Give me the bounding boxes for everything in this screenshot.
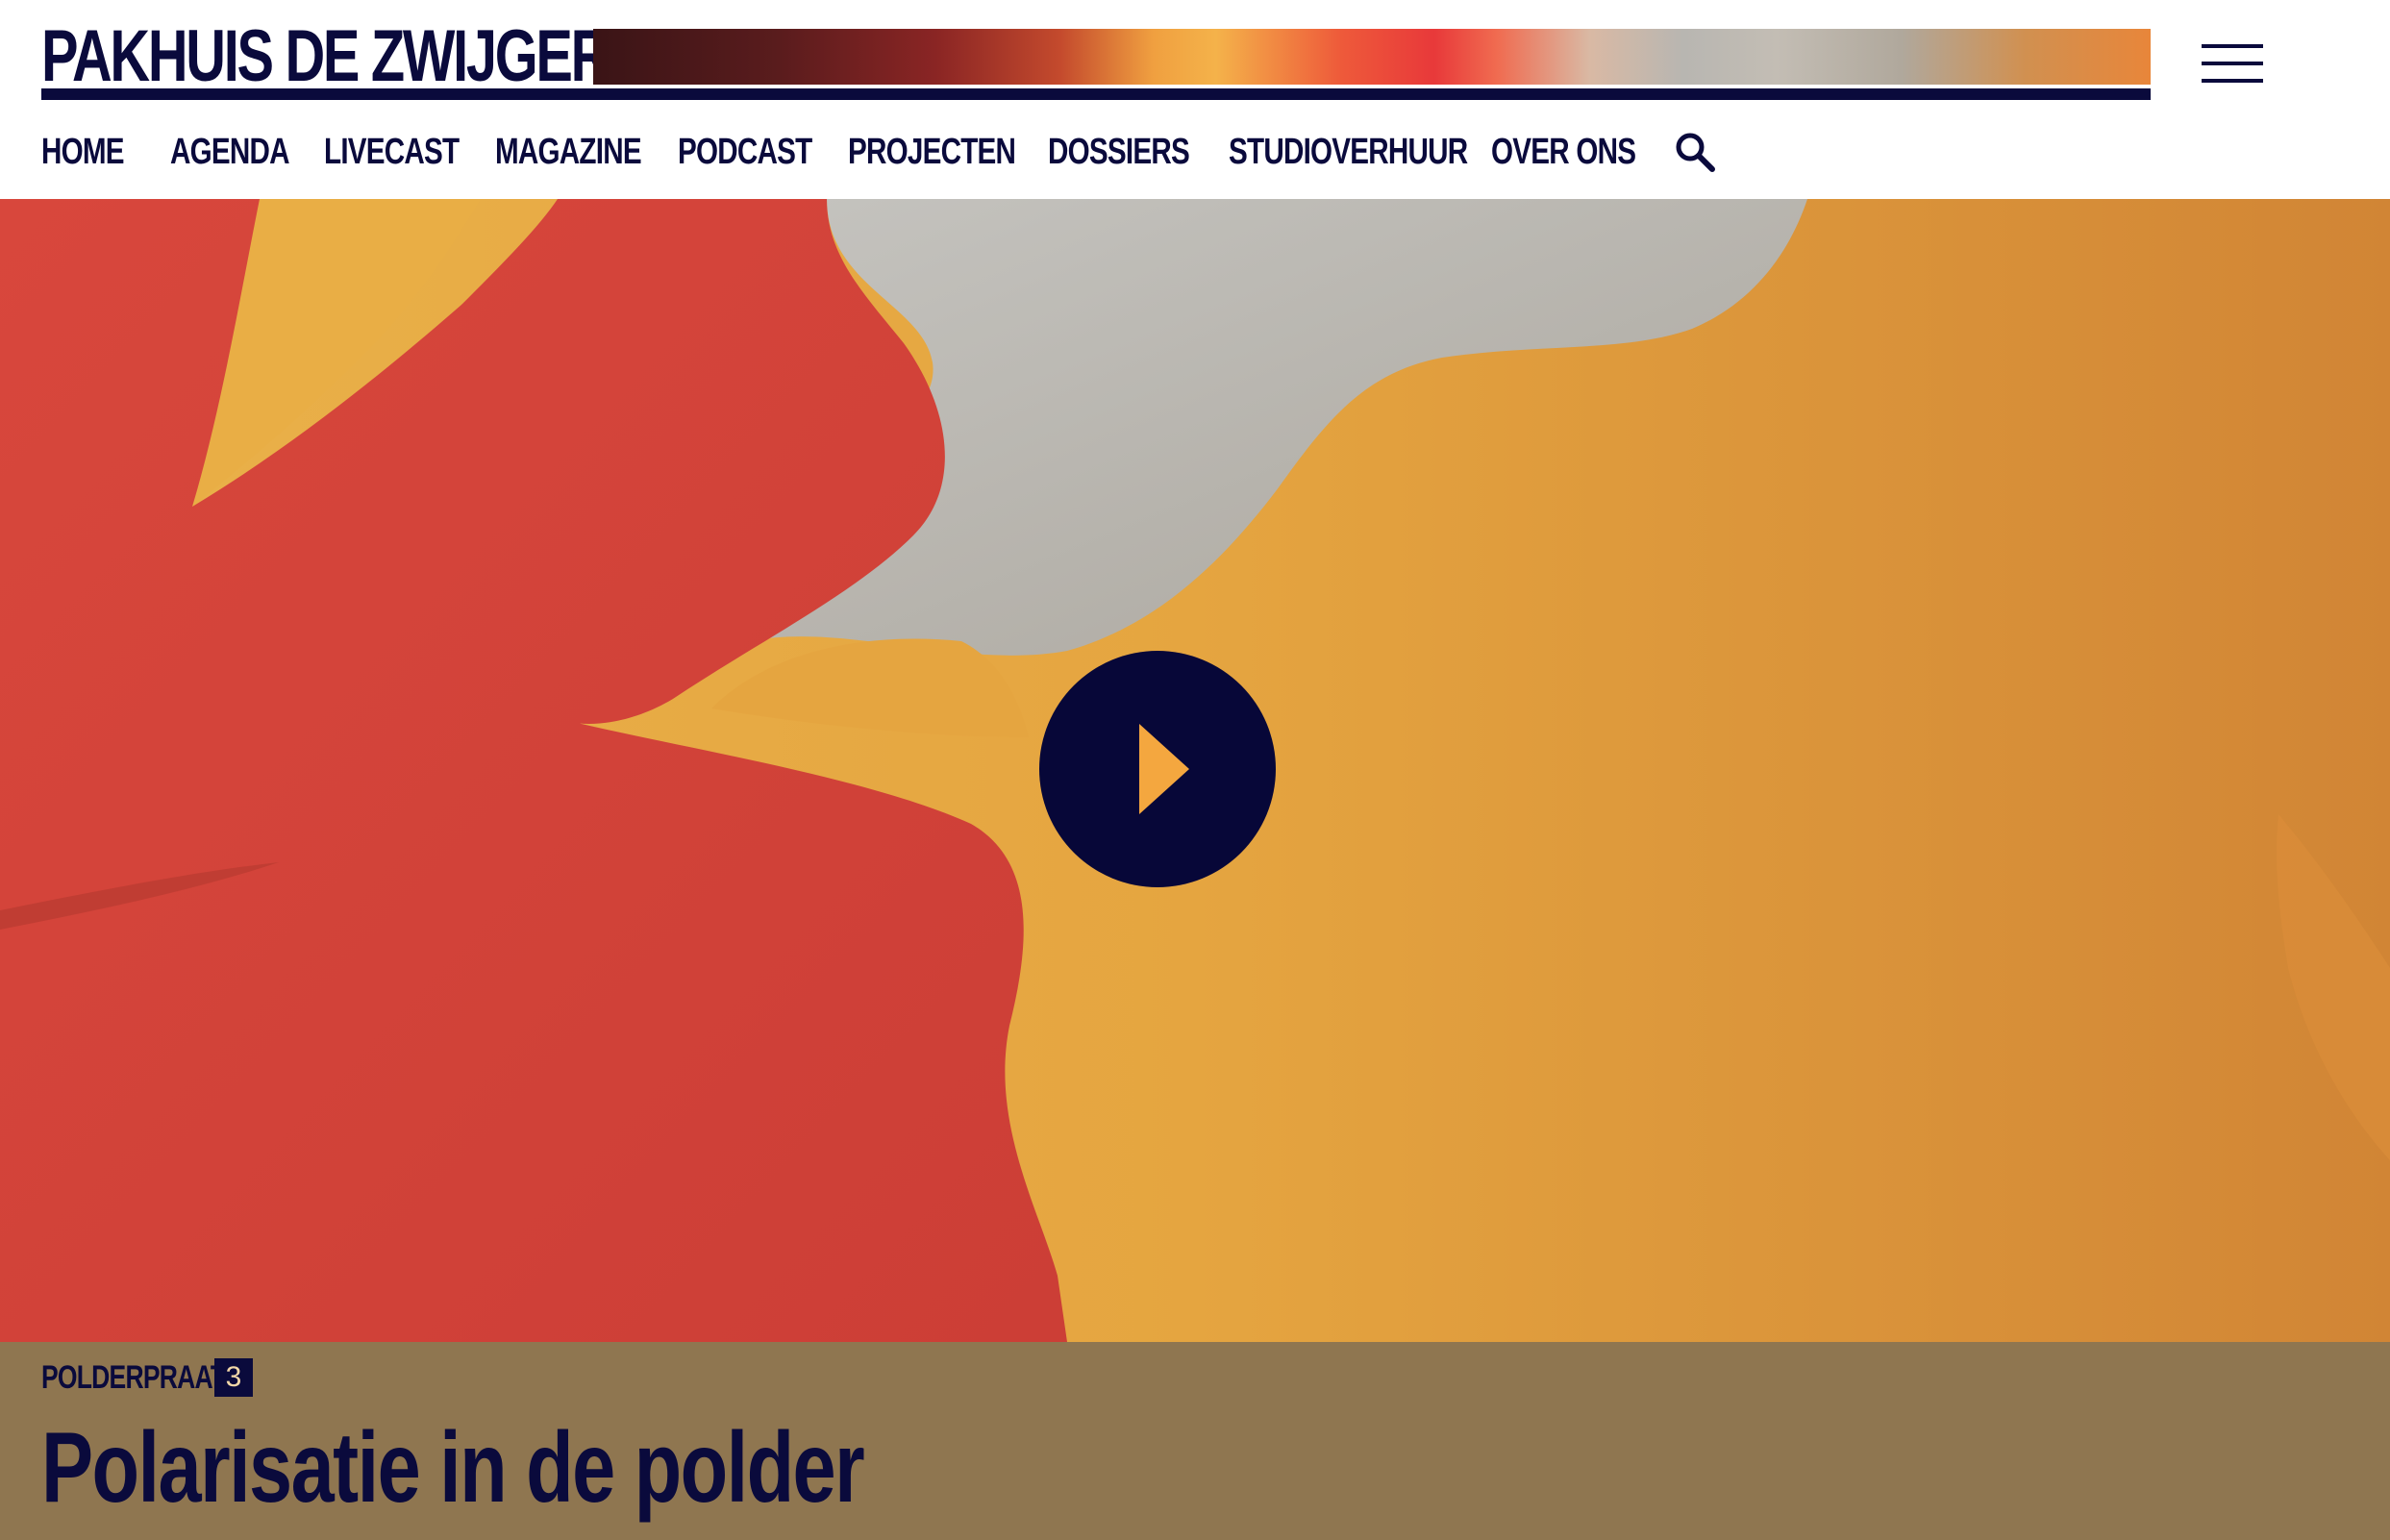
menu-line (2202, 44, 2263, 48)
nav-item-podcast[interactable]: PODCAST (678, 132, 848, 173)
site-header: PAKHUIS DE ZWIJGER HOME AGENDA LIVECAST … (0, 0, 2390, 199)
nav-item-agenda[interactable]: AGENDA (170, 132, 324, 173)
nav-item-studioverhuur[interactable]: STUDIOVERHUUR (1229, 132, 1491, 173)
hamburger-menu-icon[interactable] (2192, 37, 2269, 85)
nav-item-home[interactable]: HOME (41, 132, 170, 173)
nav-item-livecast[interactable]: LIVECAST (324, 132, 495, 173)
site-logo[interactable]: PAKHUIS DE ZWIJGER (41, 13, 610, 100)
page: PAKHUIS DE ZWIJGER HOME AGENDA LIVECAST … (0, 0, 2390, 1540)
logo-gradient-bar (593, 29, 2151, 85)
search-icon[interactable] (1674, 131, 1716, 173)
menu-line (2202, 62, 2263, 65)
nav-item-projecten[interactable]: PROJECTEN (848, 132, 1048, 173)
episode-title: Polarisatie in de polder (41, 1412, 865, 1524)
nav-item-dossiers[interactable]: DOSSIERS (1048, 132, 1229, 173)
nav-item-magazine[interactable]: MAGAZINE (495, 132, 678, 173)
nav-item-over-ons[interactable]: OVER ONS (1491, 132, 1645, 173)
series-row: POLDERPRAAT 3 (41, 1357, 253, 1398)
series-name[interactable]: POLDERPRAAT (41, 1359, 226, 1397)
play-button[interactable] (1039, 651, 1276, 887)
main-nav: HOME AGENDA LIVECAST MAGAZINE PODCAST PR… (41, 125, 1645, 179)
logo-underline (41, 88, 2151, 100)
play-icon (1139, 724, 1189, 814)
menu-line (2202, 79, 2263, 83)
hero-video[interactable] (0, 199, 2390, 1342)
